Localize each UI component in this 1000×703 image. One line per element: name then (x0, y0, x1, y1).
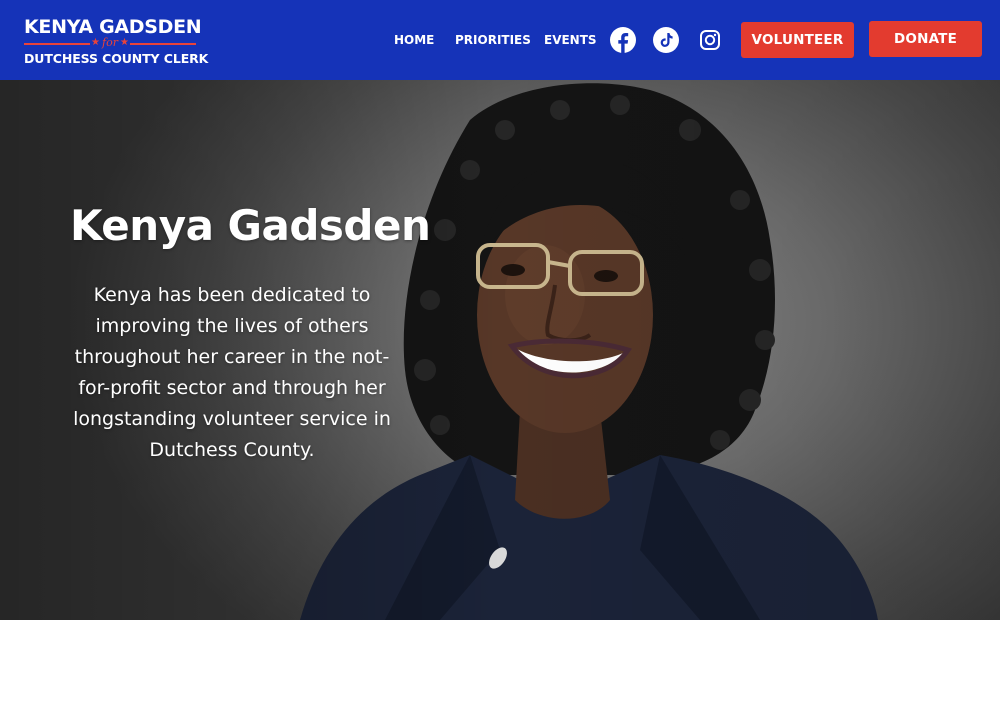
volunteer-button[interactable]: VOLUNTEER (741, 22, 854, 58)
hero-description: Kenya has been dedicated to improving th… (73, 284, 391, 461)
nav-events[interactable]: EVENTS (544, 32, 597, 48)
hero-section: Kenya Gadsden Kenya has been dedicated t… (0, 80, 1000, 620)
donate-button[interactable]: DONATE (869, 21, 982, 57)
tiktok-icon[interactable] (653, 27, 679, 53)
hero-title: Kenya Gadsden (70, 201, 431, 250)
instagram-icon[interactable] (697, 27, 723, 53)
star-icon: ★ (120, 37, 129, 48)
logo-name: KENYA GADSDEN (24, 16, 202, 38)
site-logo[interactable]: KENYA GADSDEN ★ for ★ DUTCHESS COUNTY CL… (24, 16, 209, 66)
nav-home[interactable]: HOME (394, 32, 434, 48)
nav-priorities[interactable]: PRIORITIES (455, 32, 531, 48)
logo-divider: ★ for ★ (24, 36, 196, 49)
facebook-icon[interactable] (610, 27, 636, 53)
logo-line-right (130, 43, 196, 45)
site-header: KENYA GADSDEN ★ for ★ DUTCHESS COUNTY CL… (0, 0, 1000, 80)
logo-subtitle: DUTCHESS COUNTY CLERK (24, 51, 209, 66)
